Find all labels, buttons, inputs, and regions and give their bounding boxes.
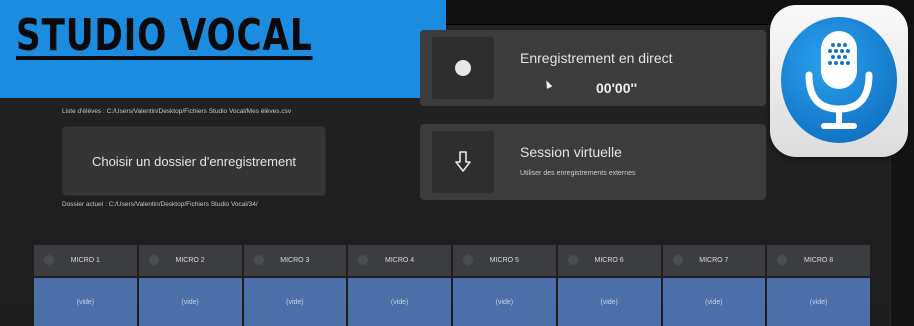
micro-slot[interactable]: (vide) [767, 278, 870, 326]
micro-slot[interactable]: (vide) [557, 278, 661, 326]
micro-header[interactable]: MICRO 5 [453, 245, 556, 276]
choose-folder-button[interactable]: Choisir un dossier d'enregistrement [62, 126, 326, 196]
micro-channel[interactable]: MICRO 1 (vide) [34, 245, 137, 326]
app-window: STUDIO VOCAL Liste d'élèves : C:/Users/V… [0, 0, 914, 326]
micro-slot[interactable]: (vide) [138, 278, 242, 326]
virtual-session-subtitle: Utiliser des enregistrements externes [520, 170, 636, 177]
micro-name: MICRO 7 [699, 257, 729, 264]
micro-slot-label: (vide) [181, 298, 199, 306]
recording-timer: 00'00'' [596, 80, 638, 96]
micro-header[interactable]: MICRO 6 [557, 245, 661, 276]
micro-name: MICRO 1 [70, 257, 100, 264]
micro-slot[interactable]: (vide) [34, 278, 137, 326]
record-dot-icon [455, 60, 471, 76]
micro-name: MICRO 2 [175, 257, 205, 264]
live-recording-label: Enregistrement en direct [520, 50, 673, 66]
microphone-glyph [805, 31, 873, 129]
import-button[interactable] [432, 131, 494, 193]
channel-led-icon [777, 255, 788, 265]
channel-led-icon [44, 255, 54, 265]
micro-channel[interactable]: MICRO 4 (vide) [348, 245, 451, 326]
channel-led-icon [672, 255, 683, 265]
channel-led-icon [148, 255, 159, 265]
micro-slot-label: (vide) [809, 298, 828, 306]
micro-slot[interactable]: (vide) [348, 278, 451, 326]
micro-header[interactable]: MICRO 4 [348, 245, 451, 276]
micro-slot-label: (vide) [76, 298, 95, 306]
virtual-session-label: Session virtuelle [520, 144, 622, 160]
micro-channel[interactable]: MICRO 7 (vide) [662, 245, 766, 326]
micro-name: MICRO 5 [489, 257, 519, 264]
micro-slot[interactable]: (vide) [662, 278, 766, 326]
banner-title: STUDIO VOCAL [16, 10, 313, 61]
micro-slot-label: (vide) [495, 298, 514, 306]
micro-channels: MICRO 1 (vide) MICRO 2 (vide) MICRO 3 (v… [34, 245, 870, 326]
micro-slot[interactable]: (vide) [243, 278, 347, 326]
record-button[interactable] [432, 37, 494, 99]
micro-slot[interactable]: (vide) [453, 278, 556, 326]
microphone-icon [770, 5, 908, 157]
channel-led-icon [567, 255, 578, 265]
micro-channel[interactable]: MICRO 8 (vide) [767, 245, 870, 326]
micro-channel[interactable]: MICRO 5 (vide) [453, 245, 556, 326]
live-recording-panel[interactable]: Enregistrement en direct 00'00'' [420, 30, 766, 106]
micro-name: MICRO 3 [280, 257, 310, 264]
current-folder-path: Dossier actuel : C:/Users/Valentin/Deskt… [62, 201, 258, 208]
students-list-path: Liste d'élèves : C:/Users/Valentin/Deskt… [62, 108, 292, 115]
micro-slot-label: (vide) [600, 298, 618, 306]
channel-led-icon [463, 255, 473, 265]
micro-header[interactable]: MICRO 1 [34, 245, 137, 276]
channel-led-icon [358, 255, 369, 265]
micro-header[interactable]: MICRO 2 [138, 245, 242, 276]
micro-name: MICRO 6 [594, 257, 624, 264]
micro-channel[interactable]: MICRO 2 (vide) [138, 245, 242, 326]
micro-name: MICRO 4 [385, 257, 415, 264]
micro-name: MICRO 8 [804, 257, 834, 264]
micro-slot-label: (vide) [286, 298, 304, 306]
micro-header[interactable]: MICRO 3 [243, 245, 347, 276]
micro-channel[interactable]: MICRO 6 (vide) [557, 245, 661, 326]
micro-channel[interactable]: MICRO 3 (vide) [243, 245, 347, 326]
title-banner: STUDIO VOCAL [0, 0, 446, 98]
arrow-down-icon [455, 151, 471, 172]
micro-slot-label: (vide) [390, 298, 409, 306]
channel-led-icon [253, 255, 264, 265]
micro-slot-label: (vide) [705, 298, 723, 306]
micro-header[interactable]: MICRO 7 [662, 245, 766, 276]
virtual-session-panel[interactable]: Session virtuelle Utiliser des enregistr… [420, 124, 766, 200]
micro-header[interactable]: MICRO 8 [767, 245, 870, 276]
